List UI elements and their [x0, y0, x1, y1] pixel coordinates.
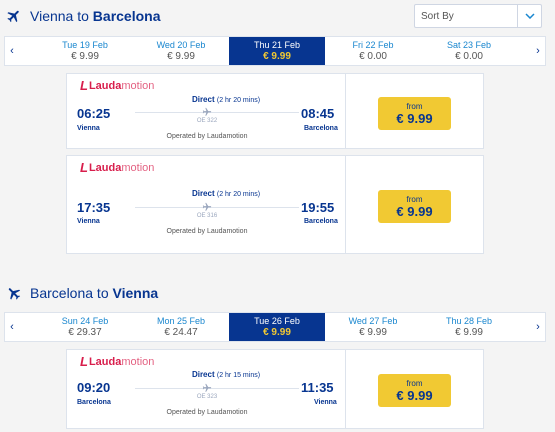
date-tab-selected[interactable]: Thu 21 Feb € 9.99	[229, 37, 325, 65]
flight-number: OE 323	[196, 394, 218, 400]
plane-icon	[202, 383, 212, 392]
arrive-time: 11:35	[301, 380, 334, 395]
date-price: € 9.99	[71, 50, 99, 62]
flight-type: Direct (2 hr 15 mins)	[191, 370, 261, 379]
chevron-left-icon[interactable]: ‹	[5, 313, 19, 341]
date-price: € 9.99	[359, 326, 387, 338]
airline-logo: L Lauda motion	[80, 160, 155, 175]
inbound-date-bar: ‹ Sun 24 Feb € 29.37 Mon 25 Feb € 24.47 Tu…	[4, 312, 546, 342]
date-tab[interactable]: Wed 20 Feb € 9.99	[133, 37, 229, 65]
date-tab[interactable]: Tue 19 Feb € 9.99	[35, 37, 135, 65]
outbound-date-bar: ‹ Tue 19 Feb € 9.99 Wed 20 Feb € 9.99 Thu …	[4, 36, 546, 66]
route-line	[135, 112, 299, 113]
date-tab[interactable]: Sun 24 Feb € 29.37	[35, 313, 135, 341]
date-price: € 0.00	[455, 50, 483, 62]
airline-logo: L Lauda motion	[80, 354, 155, 369]
depart-city: Vienna	[77, 218, 100, 225]
fare-price: € 9.99	[396, 387, 433, 403]
plane-icon	[7, 10, 19, 23]
date-price: € 9.99	[167, 50, 195, 62]
fare-price: € 9.99	[396, 203, 433, 219]
plane-icon	[8, 288, 21, 300]
operated-by: Operated by Laudamotion	[166, 228, 248, 235]
arrive-city: Barcelona	[304, 218, 338, 225]
date-tab[interactable]: Wed 27 Feb € 9.99	[325, 313, 421, 341]
select-fare-button[interactable]: from € 9.99	[378, 374, 451, 407]
chevron-left-icon[interactable]: ‹	[5, 37, 19, 65]
date-label: Wed 20 Feb	[156, 39, 206, 50]
flight-card[interactable]: L Lauda motion 06:25 Vienna Direct (2 hr 2…	[66, 73, 484, 149]
date-tab[interactable]: Sat 23 Feb € 0.00	[421, 37, 517, 65]
date-label: Sun 24 Feb	[61, 315, 109, 326]
chevron-right-icon[interactable]: ›	[531, 37, 545, 65]
flight-type: Direct (2 hr 20 mins)	[191, 95, 261, 104]
arrive-time: 19:55	[301, 200, 335, 215]
flight-type: Direct (2 hr 20 mins)	[191, 189, 261, 198]
date-tab[interactable]: Mon 25 Feb € 24.47	[133, 313, 229, 341]
depart-city: Barcelona	[77, 399, 111, 406]
date-price: € 29.37	[68, 326, 102, 338]
chevron-right-icon[interactable]: ›	[531, 313, 545, 341]
divider	[345, 74, 346, 148]
route-line	[135, 207, 299, 208]
date-label: Mon 25 Feb	[156, 315, 206, 326]
arrive-city: Vienna	[314, 399, 337, 406]
fare-price: € 9.99	[396, 110, 433, 126]
sort-dropdown[interactable]: Sort By	[414, 4, 542, 28]
chevron-down-icon[interactable]	[517, 5, 541, 27]
date-label: Tue 26 Feb	[254, 315, 300, 326]
date-label: Thu 28 Feb	[445, 315, 493, 326]
flight-card[interactable]: L Lauda motion 09:20 Barcelona Direct (2 h…	[66, 349, 484, 429]
outbound-title: Vienna to Barcelona	[30, 8, 161, 24]
divider	[345, 350, 346, 428]
flight-number: OE 322	[196, 118, 218, 124]
date-label: Sat 23 Feb	[446, 39, 492, 50]
from-label: from	[406, 194, 423, 204]
date-price: € 9.99	[263, 326, 291, 338]
divider	[345, 156, 346, 253]
depart-city: Vienna	[77, 125, 100, 132]
select-fare-button[interactable]: from € 9.99	[378, 97, 451, 130]
sort-label: Sort By	[421, 10, 454, 22]
select-fare-button[interactable]: from € 9.99	[378, 190, 451, 223]
date-price: € 24.47	[164, 326, 198, 338]
date-label: Thu 21 Feb	[253, 39, 301, 50]
plane-icon	[202, 202, 212, 211]
outbound-header: Vienna to Barcelona	[6, 5, 161, 27]
date-price: € 9.99	[263, 50, 291, 62]
flight-number: OE 316	[196, 213, 218, 219]
plane-icon	[202, 107, 212, 116]
operated-by: Operated by Laudamotion	[166, 409, 248, 416]
inbound-title: Barcelona to Vienna	[30, 285, 159, 301]
airline-logo: L Lauda motion	[80, 78, 155, 93]
date-tab[interactable]: Fri 22 Feb € 0.00	[325, 37, 421, 65]
date-label: Wed 27 Feb	[348, 315, 398, 326]
date-price: € 0.00	[359, 50, 387, 62]
date-label: Tue 19 Feb	[62, 39, 108, 50]
arrive-time: 08:45	[301, 106, 335, 121]
date-tab[interactable]: Thu 28 Feb € 9.99	[421, 313, 517, 341]
date-tab-selected[interactable]: Tue 26 Feb € 9.99	[229, 313, 325, 341]
arrive-city: Barcelona	[304, 125, 338, 132]
operated-by: Operated by Laudamotion	[166, 133, 248, 140]
from-label: from	[406, 101, 423, 111]
depart-time: 17:35	[77, 200, 111, 215]
flight-card[interactable]: L Lauda motion 17:35 Vienna Direct (2 hr 2…	[66, 155, 484, 254]
date-price: € 9.99	[455, 326, 483, 338]
inbound-header: Barcelona to Vienna	[6, 282, 158, 304]
depart-time: 06:25	[77, 106, 111, 121]
date-label: Fri 22 Feb	[352, 39, 394, 50]
depart-time: 09:20	[77, 380, 111, 395]
from-label: from	[406, 378, 423, 388]
route-line	[135, 388, 299, 389]
